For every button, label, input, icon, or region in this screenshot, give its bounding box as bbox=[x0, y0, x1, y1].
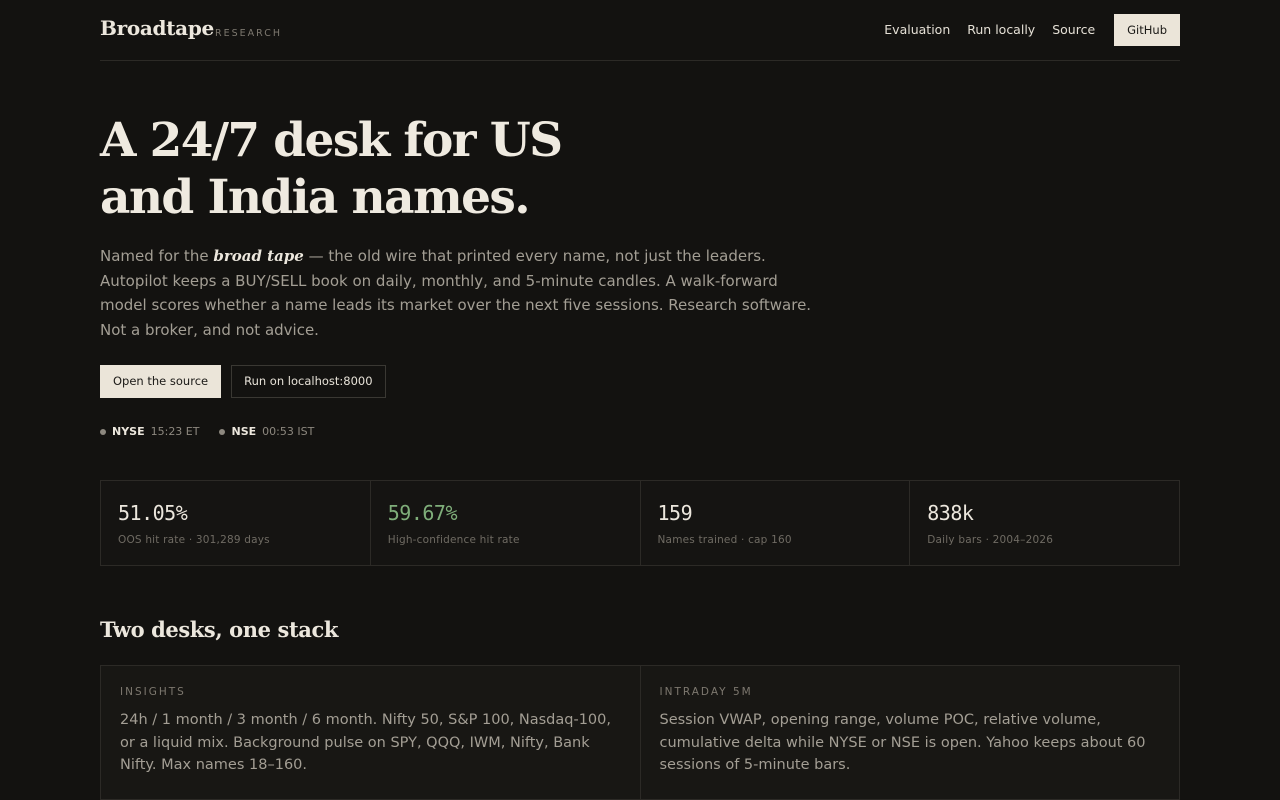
desk-description: 24h / 1 month / 3 month / 6 month. Nifty… bbox=[120, 712, 611, 774]
clock-time: 15:23 ET bbox=[150, 425, 200, 438]
section-title: Two desks, one stack bbox=[100, 617, 338, 642]
stat-value: 59.67% bbox=[387, 501, 458, 525]
top-bar: Broadtape RESEARCH Evaluation Run locall… bbox=[100, 0, 1180, 61]
desks-grid: INSIGHTS 24h / 1 month / 3 month / 6 mon… bbox=[100, 665, 1180, 800]
cta-row: Open the source Run on localhost:8000 bbox=[100, 365, 396, 398]
desk-kicker: INTRADAY 5M bbox=[659, 686, 753, 698]
main-nav: Evaluation Run locally Source GitHub bbox=[884, 14, 1180, 46]
desk-description: Session VWAP, opening range, volume POC,… bbox=[659, 712, 1146, 774]
stats-strip: 51.05% OOS hit rate · 301,289 days 59.67… bbox=[100, 480, 1180, 566]
desk-insights: INSIGHTS 24h / 1 month / 3 month / 6 mon… bbox=[101, 666, 641, 799]
clock-exchange: NSE bbox=[231, 425, 257, 438]
stat-high-confidence: 59.67% High-confidence hit rate bbox=[371, 481, 641, 565]
hero-title-line-1: A 24/7 desk for US bbox=[100, 113, 563, 168]
stat-value: 159 bbox=[657, 501, 693, 525]
open-source-button[interactable]: Open the source bbox=[100, 365, 222, 398]
stat-value: 838k bbox=[927, 501, 974, 525]
github-button[interactable]: GitHub bbox=[1114, 14, 1180, 46]
desk-kicker: INSIGHTS bbox=[120, 686, 186, 698]
stat-daily-bars: 838k Daily bars · 2004–2026 bbox=[910, 481, 1179, 565]
run-localhost-button[interactable]: Run on localhost:8000 bbox=[231, 365, 386, 398]
clock-nse: NSE 00:53 IST bbox=[219, 425, 314, 438]
stat-label: OOS hit rate · 301,289 days bbox=[118, 534, 270, 546]
market-clocks: NYSE 15:23 ET NSE 00:53 IST bbox=[100, 425, 334, 438]
nav-link-evaluation[interactable]: Evaluation bbox=[884, 14, 950, 46]
brand-tag: RESEARCH bbox=[215, 28, 283, 39]
stat-label: High-confidence hit rate bbox=[387, 534, 520, 546]
lede-prefix: Named for the bbox=[100, 247, 214, 265]
nav-link-source[interactable]: Source bbox=[1052, 14, 1095, 46]
clock-exchange: NYSE bbox=[112, 425, 145, 438]
stat-value: 51.05% bbox=[118, 501, 188, 525]
clock-time: 00:53 IST bbox=[262, 425, 315, 438]
brand-logo[interactable]: Broadtape bbox=[100, 16, 214, 40]
clock-nyse: NYSE 15:23 ET bbox=[100, 425, 199, 438]
stat-label: Names trained · cap 160 bbox=[657, 534, 792, 546]
status-dot-icon bbox=[219, 428, 226, 435]
stat-names-trained: 159 Names trained · cap 160 bbox=[641, 481, 911, 565]
hero-title: A 24/7 desk for US and India names. bbox=[100, 112, 740, 226]
hero-description: Named for the broad tape — the old wire … bbox=[100, 244, 820, 342]
hero-title-line-2: and India names. bbox=[100, 170, 531, 225]
nav-link-run-locally[interactable]: Run locally bbox=[967, 14, 1035, 46]
stat-oos-hit-rate: 51.05% OOS hit rate · 301,289 days bbox=[101, 481, 371, 565]
stat-label: Daily bars · 2004–2026 bbox=[927, 534, 1054, 546]
desk-intraday: INTRADAY 5M Session VWAP, opening range,… bbox=[641, 666, 1180, 799]
status-dot-icon bbox=[100, 428, 106, 435]
lede-emphasis: broad tape bbox=[213, 247, 304, 265]
